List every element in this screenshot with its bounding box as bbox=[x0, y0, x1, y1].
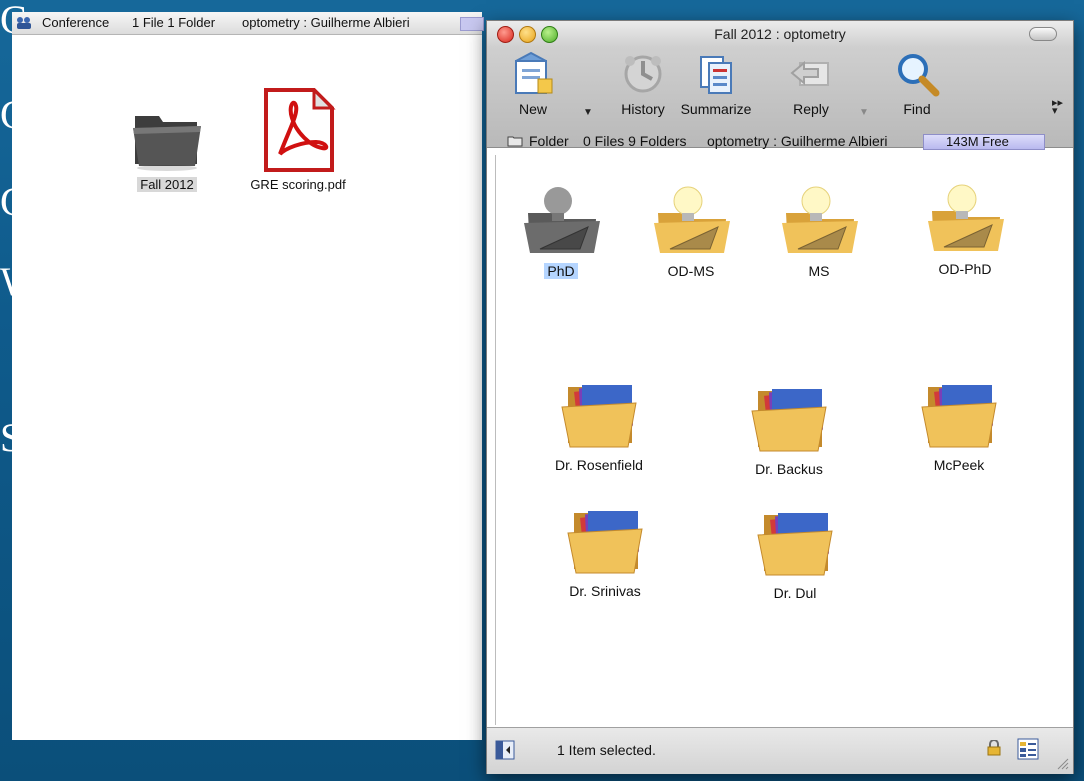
idea-folder-icon bbox=[524, 187, 600, 253]
open-folder-icon bbox=[567, 511, 643, 574]
dark-folder-icon bbox=[133, 116, 201, 171]
folder-status-bar: Folder 0 Files 9 Folders optometry : Gui… bbox=[495, 131, 1055, 151]
window-title: Conference bbox=[42, 15, 110, 30]
sidebar-toggle-icon[interactable] bbox=[495, 740, 515, 760]
folder-item-od-ms[interactable]: OD-MS bbox=[636, 179, 746, 279]
folder-name: OD-MS bbox=[667, 263, 715, 279]
folder-item-od-phd[interactable]: OD-PhD bbox=[910, 177, 1020, 277]
window-path: optometry : Guilherme Albieri bbox=[242, 15, 410, 30]
free-space-indicator bbox=[460, 17, 484, 31]
reply-label: Reply bbox=[793, 101, 829, 117]
open-folder-icon bbox=[751, 389, 827, 452]
reply-button[interactable]: Reply bbox=[783, 51, 839, 117]
folder-item-phd[interactable]: PhD bbox=[506, 179, 616, 279]
free-space-text: 143M Free bbox=[946, 134, 1009, 149]
folder-small-icon bbox=[507, 136, 523, 147]
desk-item-label: GRE scoring.pdf bbox=[250, 177, 346, 192]
magnifier-icon bbox=[898, 54, 940, 97]
folder-name: Dr. Srinivas bbox=[569, 583, 641, 599]
lock-icon[interactable] bbox=[987, 740, 1001, 756]
finder-window: Fall 2012 : optometry New ▼ History Summ… bbox=[486, 20, 1074, 774]
find-label: Find bbox=[903, 101, 931, 117]
folder-item-dr-dul[interactable]: Dr. Dul bbox=[740, 501, 850, 601]
item-counts: 1 File 1 Folder bbox=[132, 15, 216, 30]
folder-name: MS bbox=[808, 263, 830, 279]
resize-grip-icon[interactable] bbox=[1055, 756, 1069, 770]
toolbar-overflow-icon[interactable]: ▸▸ ▾ bbox=[1052, 98, 1063, 117]
conference-icon bbox=[17, 17, 31, 29]
open-folder-icon bbox=[921, 385, 997, 448]
history-icon bbox=[624, 55, 662, 93]
desk-item-fall-2012[interactable]: Fall 2012 bbox=[122, 108, 212, 192]
find-button[interactable]: Find bbox=[889, 51, 945, 117]
reply-icon bbox=[790, 60, 829, 86]
folder-name: OD-PhD bbox=[938, 261, 992, 277]
conference-window-header: Conference 1 File 1 Folder optometry : G… bbox=[12, 12, 484, 35]
new-icon bbox=[515, 51, 553, 94]
new-label: New bbox=[518, 101, 547, 117]
reply-menu-arrow-icon[interactable]: ▼ bbox=[859, 107, 869, 118]
open-folder-icon bbox=[757, 513, 833, 576]
selection-status: 1 Item selected. bbox=[557, 742, 656, 758]
open-folder-icon bbox=[561, 385, 637, 448]
idea-folder-icon bbox=[782, 186, 858, 253]
bottom-status-bar: 1 Item selected. bbox=[487, 727, 1073, 774]
summarize-icon bbox=[700, 56, 732, 94]
status-path: optometry : Guilherme Albieri bbox=[707, 133, 888, 149]
folder-content-area: PhD OD-MS MS OD-PhD Dr. Rosenfield Dr. B… bbox=[495, 155, 1064, 725]
free-space-badge: 143M Free bbox=[923, 134, 1045, 150]
conference-window: Conference 1 File 1 Folder optometry : G… bbox=[12, 12, 484, 740]
status-kind: Folder bbox=[529, 133, 569, 149]
summarize-button[interactable]: Summarize bbox=[675, 51, 757, 117]
view-options-icon[interactable] bbox=[1017, 738, 1039, 760]
folder-name: PhD bbox=[544, 263, 578, 279]
folder-name: Dr. Backus bbox=[755, 461, 823, 477]
window-title: Fall 2012 : optometry bbox=[714, 26, 846, 42]
new-button[interactable]: New bbox=[507, 51, 559, 117]
summarize-label: Summarize bbox=[680, 101, 752, 117]
folder-item-ms[interactable]: MS bbox=[764, 179, 874, 279]
idea-folder-icon bbox=[654, 186, 730, 253]
status-counts: 0 Files 9 Folders bbox=[583, 133, 687, 149]
history-label: History bbox=[621, 101, 665, 117]
folder-item-dr-backus[interactable]: Dr. Backus bbox=[734, 377, 844, 477]
folder-item-mcpeek[interactable]: McPeek bbox=[904, 373, 1014, 473]
desk-item-gre-scoring[interactable]: GRE scoring.pdf bbox=[238, 86, 358, 192]
title-bar[interactable]: Fall 2012 : optometry bbox=[487, 21, 1073, 47]
pdf-icon bbox=[264, 86, 336, 172]
toolbar-toggle-button[interactable] bbox=[1029, 27, 1057, 41]
folder-name: Dr. Dul bbox=[773, 585, 817, 601]
folder-name: Dr. Rosenfield bbox=[555, 457, 643, 473]
history-button[interactable]: History bbox=[615, 51, 671, 117]
folder-item-dr-srinivas[interactable]: Dr. Srinivas bbox=[550, 499, 660, 599]
folder-name: McPeek bbox=[933, 457, 985, 473]
folder-item-dr-rosenfield[interactable]: Dr. Rosenfield bbox=[544, 373, 654, 473]
idea-folder-icon bbox=[928, 184, 1004, 251]
new-menu-arrow-icon[interactable]: ▼ bbox=[583, 107, 593, 118]
desk-item-label: Fall 2012 bbox=[137, 177, 197, 192]
